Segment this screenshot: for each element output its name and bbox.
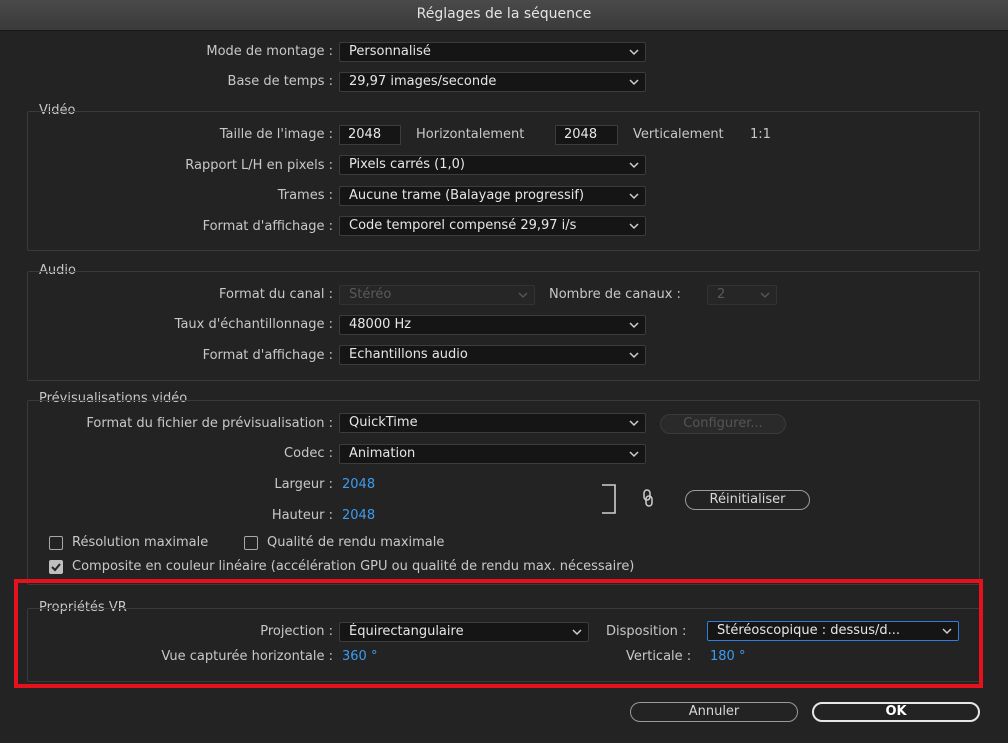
chevron-down-icon — [629, 223, 639, 230]
chevron-down-icon — [629, 451, 639, 458]
timebase-select[interactable]: 29,97 images/seconde — [339, 72, 646, 92]
codec-select[interactable]: Animation — [339, 444, 646, 464]
channel-count-select[interactable]: 2 — [707, 285, 777, 305]
frame-width-input[interactable]: 2048 — [339, 125, 401, 145]
video-display-format-label: Format d'affichage : — [202, 219, 333, 234]
linear-color-label: Composite en couleur linéaire (accélérat… — [72, 559, 635, 574]
codec-label: Codec : — [284, 446, 333, 461]
max-resolution-label: Résolution maximale — [72, 535, 209, 550]
chevron-down-icon — [629, 49, 639, 56]
pixel-aspect-select[interactable]: Pixels carrés (1,0) — [339, 155, 646, 175]
linear-color-checkbox[interactable] — [49, 560, 63, 574]
max-resolution-checkbox[interactable] — [49, 536, 63, 550]
channel-format-label: Format du canal : — [218, 287, 333, 302]
link-bracket-icon — [602, 484, 616, 514]
timebase-label: Base de temps : — [227, 74, 333, 89]
vertical-label: Verticalement — [633, 127, 724, 142]
channel-count-label: Nombre de canaux : — [549, 287, 681, 302]
max-quality-checkbox[interactable] — [244, 536, 258, 550]
frame-height-input[interactable]: 2048 — [555, 125, 618, 145]
fields-select[interactable]: Aucune trame (Balayage progressif) — [339, 186, 646, 206]
preview-width-label: Largeur : — [274, 477, 333, 492]
chevron-down-icon — [629, 162, 639, 169]
preview-height-label: Hauteur : — [271, 508, 333, 523]
sample-rate-label: Taux d'échantillonnage : — [174, 317, 333, 332]
chain-link-icon[interactable] — [641, 488, 655, 508]
editing-mode-label: Mode de montage : — [206, 44, 333, 59]
title-bar: Réglages de la séquence — [0, 0, 1008, 31]
editing-mode-select[interactable]: Personnalisé — [339, 42, 646, 62]
ok-button[interactable]: OK — [812, 702, 980, 722]
configure-button[interactable]: Configurer... — [660, 414, 786, 434]
cancel-button[interactable]: Annuler — [630, 702, 798, 722]
preview-file-format-select[interactable]: QuickTime — [339, 413, 646, 433]
fields-label: Trames : — [277, 188, 333, 203]
chevron-down-icon — [629, 352, 639, 359]
horizontal-label: Horizontalement — [416, 127, 525, 142]
sample-rate-select[interactable]: 48000 Hz — [339, 315, 646, 335]
aspect-ratio-value: 1:1 — [750, 127, 771, 142]
window-title: Réglages de la séquence — [416, 6, 592, 22]
frame-size-label: Taille de l'image : — [219, 127, 333, 142]
chevron-down-icon — [629, 193, 639, 200]
checkmark-icon — [51, 563, 61, 572]
chevron-down-icon — [760, 292, 770, 299]
chevron-down-icon — [629, 79, 639, 86]
pixel-aspect-label: Rapport L/H en pixels : — [185, 158, 333, 173]
reset-button[interactable]: Réinitialiser — [685, 490, 810, 510]
chevron-down-icon — [629, 322, 639, 329]
preview-height-value[interactable]: 2048 — [342, 508, 375, 523]
chevron-down-icon — [518, 292, 528, 299]
audio-display-format-select[interactable]: Echantillons audio — [339, 345, 646, 365]
preview-width-value[interactable]: 2048 — [342, 477, 375, 492]
video-display-format-select[interactable]: Code temporel compensé 29,97 i/s — [339, 216, 646, 236]
chevron-down-icon — [629, 420, 639, 427]
max-quality-label: Qualité de rendu maximale — [267, 535, 445, 550]
vr-highlight-box — [14, 579, 983, 688]
audio-display-format-label: Format d'affichage : — [202, 348, 333, 363]
preview-file-format-label: Format du fichier de prévisualisation : — [86, 416, 333, 431]
channel-format-select[interactable]: Stéréo — [339, 285, 535, 305]
